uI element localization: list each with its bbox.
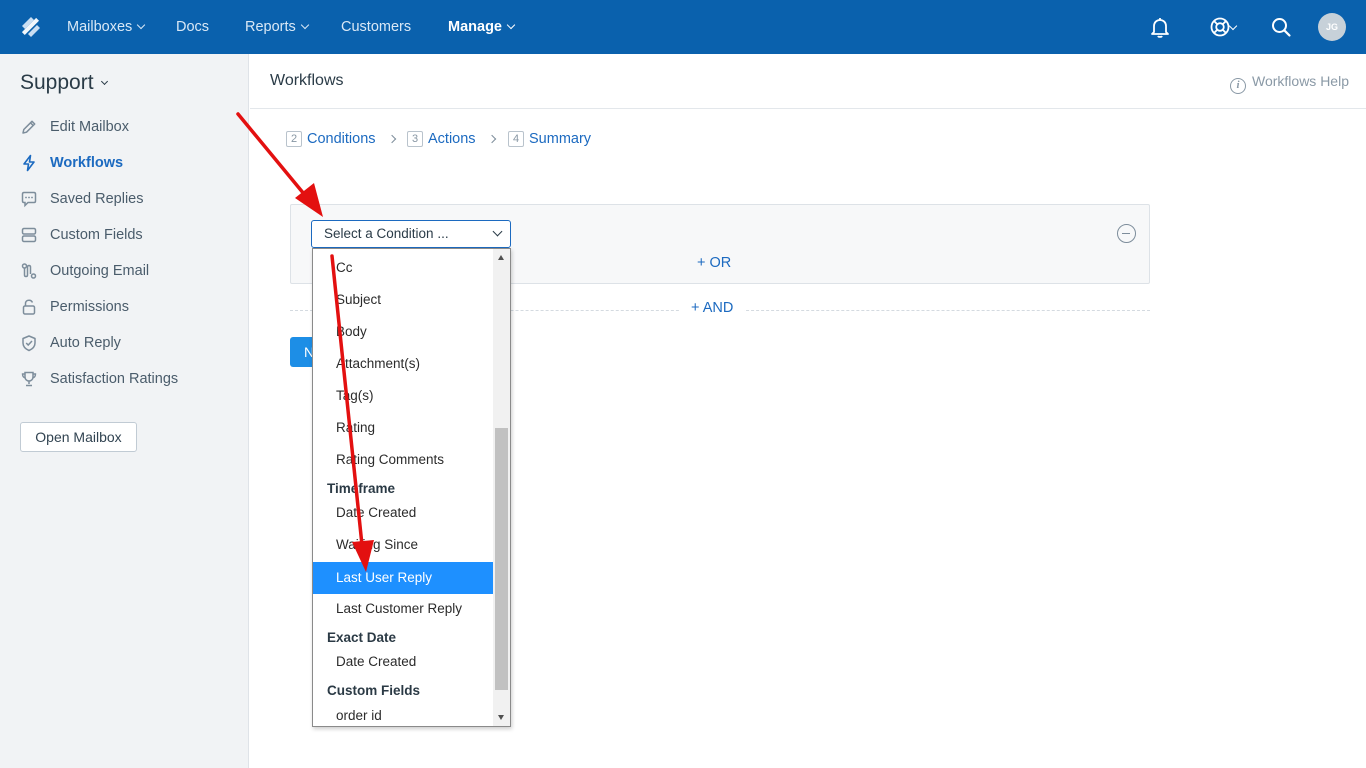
header-divider xyxy=(250,108,1366,109)
add-and-condition-link[interactable]: + AND xyxy=(680,300,745,316)
nav-customers[interactable]: Customers xyxy=(341,0,411,54)
option-tags[interactable]: Tag(s) xyxy=(313,388,494,403)
option-cc[interactable]: Cc xyxy=(313,260,494,275)
option-last-user-reply[interactable]: Last User Reply xyxy=(313,562,494,594)
optgroup-custom-fields: Custom Fields xyxy=(327,683,421,698)
trophy-icon xyxy=(21,371,37,387)
option-last-customer-reply[interactable]: Last Customer Reply xyxy=(313,601,494,616)
nav-reports[interactable]: Reports xyxy=(245,0,310,54)
chevron-down-icon xyxy=(506,20,516,30)
helpscout-logo-icon[interactable] xyxy=(19,15,43,39)
nav-manage[interactable]: Manage xyxy=(448,0,516,54)
option-rating-comments[interactable]: Rating Comments xyxy=(313,452,494,467)
annotation-arrow-to-select xyxy=(236,112,323,217)
option-rating[interactable]: Rating xyxy=(313,420,494,435)
step-summary[interactable]: 4 Summary xyxy=(508,131,591,147)
option-timeframe-date-created[interactable]: Date Created xyxy=(313,505,494,520)
option-body[interactable]: Body xyxy=(313,324,494,339)
option-exact-date-created[interactable]: Date Created xyxy=(313,654,494,669)
chevron-down-icon xyxy=(492,226,503,237)
step-conditions[interactable]: 2 Conditions xyxy=(286,131,376,147)
option-waiting-since[interactable]: Waiting Since xyxy=(313,537,494,552)
lock-icon xyxy=(22,299,36,315)
chevron-down-icon xyxy=(137,20,146,30)
chevron-right-icon xyxy=(487,134,497,144)
option-attachments[interactable]: Attachment(s) xyxy=(313,356,494,371)
scroll-up-arrow-icon[interactable] xyxy=(498,255,504,260)
nav-docs[interactable]: Docs xyxy=(176,0,209,54)
chevron-down-icon xyxy=(300,20,310,30)
dropdown-scrollbar[interactable] xyxy=(493,249,510,726)
workflows-help-link[interactable]: i Workflows Help xyxy=(1230,73,1349,94)
chevron-right-icon xyxy=(387,134,397,144)
top-navigation-bar: Mailboxes Docs Reports Customers Manage … xyxy=(0,0,1366,54)
info-icon: i xyxy=(1230,78,1246,94)
condition-dropdown-list[interactable]: Cc Subject Body Attachment(s) Tag(s) Rat… xyxy=(312,248,511,727)
nav-mailboxes[interactable]: Mailboxes xyxy=(67,0,146,54)
fields-icon xyxy=(21,227,37,243)
user-avatar[interactable]: JG xyxy=(1318,13,1346,41)
option-subject[interactable]: Subject xyxy=(313,292,494,307)
scrollbar-thumb[interactable] xyxy=(495,428,508,690)
chat-bubble-icon xyxy=(21,191,37,208)
page-title: Workflows xyxy=(270,72,344,89)
sidebar: Support Edit Mailbox Workflows Saved Rep… xyxy=(0,54,249,768)
bell-icon[interactable] xyxy=(1148,15,1172,39)
lifebuoy-icon[interactable] xyxy=(1208,15,1232,39)
shield-check-icon xyxy=(22,335,36,352)
add-or-condition-link[interactable]: + OR xyxy=(697,255,731,271)
scroll-down-arrow-icon[interactable] xyxy=(498,715,504,720)
bolt-icon xyxy=(23,154,35,172)
pencil-icon xyxy=(22,120,36,134)
option-order-id[interactable]: order id xyxy=(313,708,494,723)
route-icon xyxy=(21,263,37,279)
chevron-down-icon xyxy=(100,77,108,86)
remove-condition-icon[interactable] xyxy=(1117,224,1136,243)
optgroup-timeframe: Timeframe xyxy=(327,481,396,496)
condition-select[interactable]: Select a Condition ... xyxy=(311,220,511,248)
search-icon[interactable] xyxy=(1269,15,1293,39)
mailbox-switcher[interactable]: Support xyxy=(20,71,108,95)
optgroup-exact-date: Exact Date xyxy=(327,630,397,645)
open-mailbox-button[interactable]: Open Mailbox xyxy=(20,422,137,452)
step-actions[interactable]: 3 Actions xyxy=(407,131,476,147)
